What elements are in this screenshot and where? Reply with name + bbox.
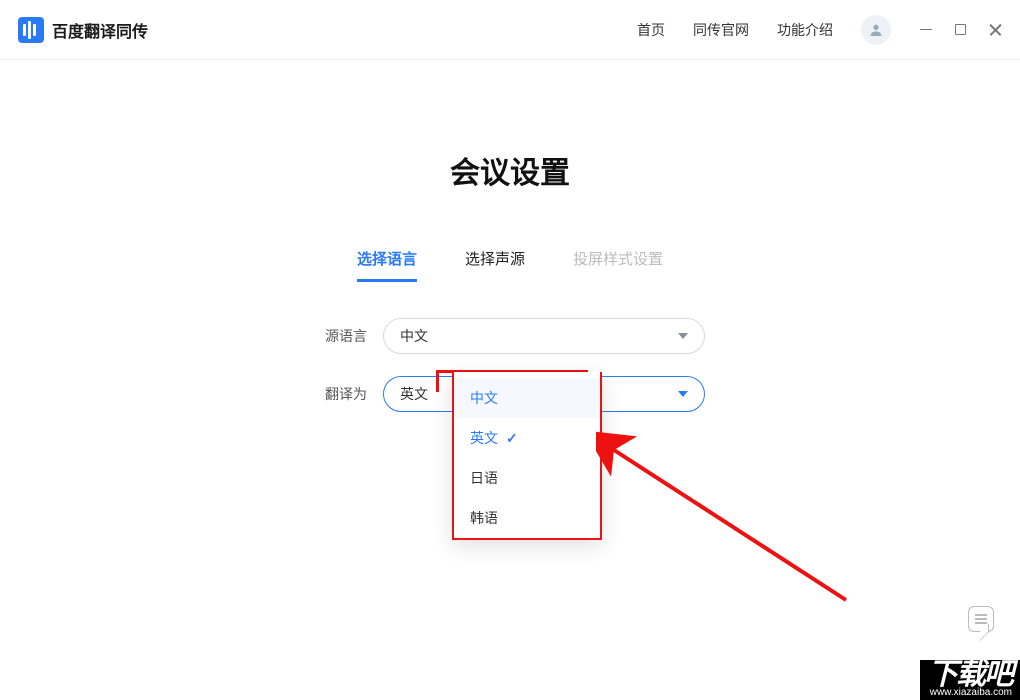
page-title: 会议设置 (0, 148, 1020, 192)
target-language-value: 英文 (400, 384, 428, 404)
annotation-arrow (596, 430, 856, 610)
source-language-label: 源语言 (315, 326, 367, 346)
option-label: 日语 (470, 468, 498, 488)
tab-language[interactable]: 选择语言 (357, 248, 417, 282)
option-japanese[interactable]: 日语 (454, 458, 600, 498)
watermark-brand: 下载吧 (928, 660, 1012, 690)
watermark: 下载吧 www.xiazaiba.com (920, 660, 1020, 700)
nav-features[interactable]: 功能介绍 (777, 20, 833, 40)
option-label: 中文 (470, 388, 498, 408)
annotation-box-left (436, 370, 439, 392)
maximize-icon[interactable] (955, 24, 966, 35)
option-label: 韩语 (470, 508, 498, 528)
chevron-down-icon (678, 333, 688, 339)
app-logo: 百度翻译同传 (18, 17, 148, 43)
feedback-icon[interactable] (968, 606, 994, 632)
logo-icon (18, 17, 44, 43)
avatar[interactable] (861, 15, 891, 45)
source-language-select[interactable]: 中文 (383, 318, 705, 354)
source-language-row: 源语言 中文 (315, 318, 705, 354)
target-language-dropdown: 中文 英文 ✓ 日语 韩语 (452, 372, 602, 540)
target-language-label: 翻译为 (315, 384, 367, 404)
check-icon: ✓ (506, 430, 518, 447)
chevron-down-icon (678, 391, 688, 397)
tab-audio-source[interactable]: 选择声源 (465, 248, 525, 282)
option-label: 英文 (470, 428, 498, 448)
settings-tabs: 选择语言 选择声源 投屏样式设置 (0, 248, 1020, 282)
nav-home[interactable]: 首页 (637, 20, 665, 40)
window-controls (919, 23, 1002, 37)
minimize-icon[interactable] (919, 23, 933, 37)
source-language-value: 中文 (400, 326, 428, 346)
close-icon[interactable] (988, 23, 1002, 37)
nav-official[interactable]: 同传官网 (693, 20, 749, 40)
watermark-url: www.xiazaiba.com (928, 688, 1012, 698)
option-korean[interactable]: 韩语 (454, 498, 600, 538)
option-chinese[interactable]: 中文 (454, 378, 600, 418)
user-icon (868, 22, 884, 38)
header-nav: 首页 同传官网 功能介绍 (637, 20, 833, 40)
note-lines-icon (975, 618, 987, 620)
option-english[interactable]: 英文 ✓ (454, 418, 600, 458)
tab-screen-style: 投屏样式设置 (573, 248, 663, 282)
app-name: 百度翻译同传 (52, 18, 148, 42)
titlebar: 百度翻译同传 首页 同传官网 功能介绍 (0, 0, 1020, 60)
